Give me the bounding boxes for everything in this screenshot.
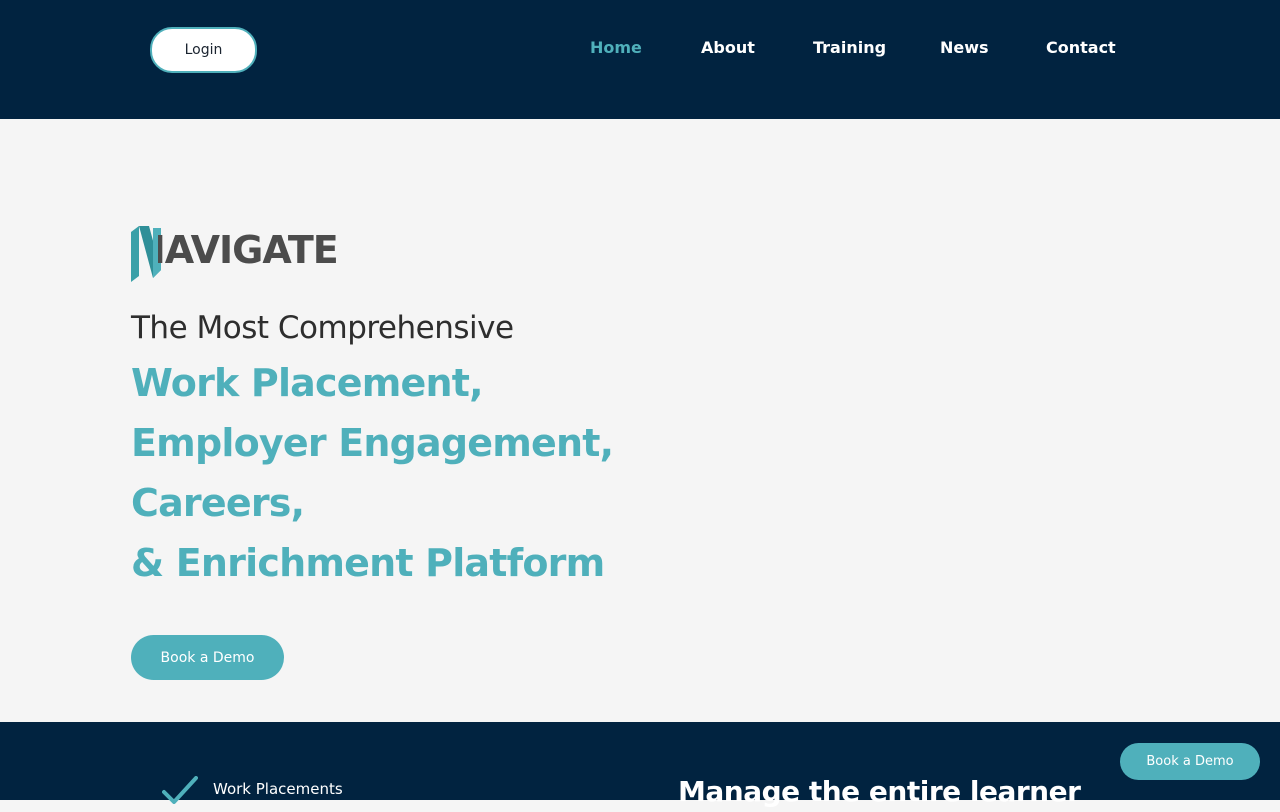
hero-headline-line-1: Work Placement, xyxy=(131,361,484,405)
nav-news[interactable]: News xyxy=(940,38,989,60)
nav-about[interactable]: About xyxy=(701,38,755,60)
book-demo-button[interactable]: Book a Demo xyxy=(131,635,284,680)
nav-home[interactable]: Home xyxy=(590,38,642,60)
hero-headline-line-3: Careers, xyxy=(131,481,305,525)
feature-item-work-placements: Work Placements xyxy=(213,780,343,798)
site-header: Login Home About Training News Contact xyxy=(0,0,1280,119)
features-heading: Manage the entire learner xyxy=(678,775,1081,808)
logo-wordmark: NAVIGATE xyxy=(134,228,338,272)
floating-book-demo-button[interactable]: Book a Demo xyxy=(1120,743,1260,780)
hero-headline-line-4: & Enrichment Platform xyxy=(131,541,605,585)
nav-training[interactable]: Training xyxy=(813,38,886,60)
login-button[interactable]: Login xyxy=(150,27,257,73)
hero-subtitle: The Most Comprehensive xyxy=(131,310,514,346)
hero-headline-line-2: Employer Engagement, xyxy=(131,421,614,465)
nav-contact[interactable]: Contact xyxy=(1046,38,1116,60)
